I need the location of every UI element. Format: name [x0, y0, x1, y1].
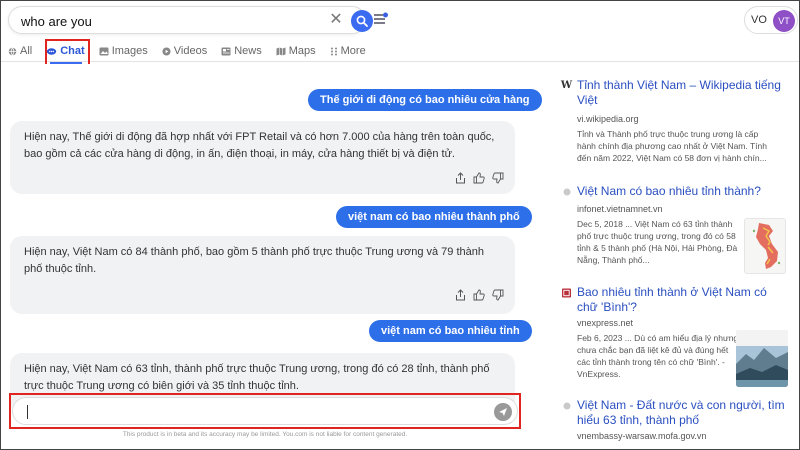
thumbs-down-icon[interactable] — [492, 289, 504, 301]
result-title-link[interactable]: Việt Nam - Đất nước và con người, tìm hi… — [577, 398, 787, 428]
tab-videos-label: Videos — [173, 45, 208, 57]
wikipedia-icon: W — [560, 80, 573, 91]
tab-more-label: More — [340, 45, 366, 57]
tab-news-label: News — [234, 45, 262, 57]
message-actions — [455, 289, 504, 301]
user-message: Thế giới di động có bao nhiêu cửa hàng — [308, 89, 542, 111]
tab-videos[interactable]: Videos — [162, 42, 207, 60]
search-input[interactable] — [21, 12, 301, 30]
profile-menu[interactable]: VO VT — [744, 6, 798, 34]
dot-icon — [562, 187, 571, 196]
result-snippet: Feb 6, 2023 ... Dù có am hiểu địa lý như… — [577, 333, 739, 379]
share-icon[interactable] — [455, 289, 466, 301]
tab-more[interactable]: More — [330, 42, 366, 60]
send-icon — [499, 408, 507, 416]
result-domain: vi.wikipedia.org — [577, 114, 639, 124]
vnexpress-icon — [562, 288, 571, 297]
result-snippet: Tỉnh và Thành phố trực thuộc trung ương … — [577, 129, 767, 163]
user-message: việt nam có bao nhiêu tỉnh — [369, 320, 532, 342]
tab-images[interactable]: Images — [99, 42, 148, 60]
assistant-message: Hiện nay, Việt Nam có 84 thành phố, bao … — [10, 236, 515, 314]
search-icon — [356, 15, 368, 27]
tab-chat[interactable]: Chat — [46, 42, 85, 60]
result-title-link[interactable]: Bao nhiêu tỉnh thành ở Việt Nam có chữ '… — [577, 285, 787, 315]
thumbs-up-icon[interactable] — [473, 289, 485, 301]
image-icon — [99, 47, 109, 56]
chat-icon — [46, 47, 57, 56]
send-button[interactable] — [494, 403, 512, 421]
assistant-message-text: Hiện nay, Việt Nam có 63 tỉnh, thành phố… — [24, 363, 490, 392]
tab-images-label: Images — [111, 45, 148, 57]
chat-panel: Thế giới di động có bao nhiêu cửa hàng H… — [0, 64, 542, 450]
chat-input-bar — [12, 397, 518, 425]
share-icon[interactable] — [455, 172, 466, 184]
tab-all[interactable]: All — [8, 42, 32, 60]
play-icon — [162, 46, 171, 56]
search-tabs: All Chat Images Videos News Maps More — [8, 42, 380, 62]
map-icon — [276, 47, 286, 56]
result-domain: infonet.vietnamnet.vn — [577, 204, 663, 214]
header: ✕ VO VT All Chat Images Videos News — [0, 0, 800, 64]
message-actions — [455, 172, 504, 184]
user-message: việt nam có bao nhiêu thành phố — [336, 206, 532, 228]
tab-chat-label: Chat — [60, 45, 85, 57]
tab-maps[interactable]: Maps — [276, 42, 316, 60]
thumbs-down-icon[interactable] — [492, 172, 504, 184]
dot-icon — [562, 401, 571, 410]
grid-icon — [330, 47, 338, 56]
assistant-message: Hiện nay, Thế giới di động đã hợp nhất v… — [10, 121, 515, 194]
filter-settings-icon[interactable] — [372, 10, 390, 28]
chat-input[interactable] — [25, 403, 485, 421]
thumbs-up-icon[interactable] — [473, 172, 485, 184]
tab-all-label: All — [20, 45, 33, 57]
text-caret — [27, 405, 28, 419]
result-domain: vnembassy-warsaw.mofa.gov.vn — [577, 431, 707, 441]
result-title-link[interactable]: Việt Nam có bao nhiêu tỉnh thành? — [577, 184, 787, 199]
vietnam-map-thumbnail — [744, 218, 786, 274]
news-icon — [221, 47, 231, 56]
avatar[interactable]: VT — [773, 10, 795, 32]
globe-icon — [8, 47, 17, 56]
tab-maps-label: Maps — [288, 45, 316, 57]
clear-icon[interactable]: ✕ — [327, 11, 345, 29]
assistant-message-text: Hiện nay, Việt Nam có 84 thành phố, bao … — [24, 246, 484, 275]
tab-news[interactable]: News — [221, 42, 262, 60]
search-box: ✕ — [8, 6, 373, 34]
result-snippet: Dec 5, 2018 ... Việt Nam có 63 tỉnh thàn… — [577, 219, 738, 265]
search-button[interactable] — [351, 10, 373, 32]
result-title-link[interactable]: Tỉnh thành Việt Nam – Wikipedia tiếng Vi… — [577, 78, 787, 108]
beta-disclaimer: This product is in beta and its accuracy… — [122, 431, 408, 438]
landscape-thumbnail — [736, 330, 788, 387]
result-domain: vnexpress.net — [577, 318, 634, 328]
assistant-message-text: Hiện nay, Thế giới di động đã hợp nhất v… — [24, 131, 495, 160]
profile-initials: VO — [751, 14, 767, 26]
